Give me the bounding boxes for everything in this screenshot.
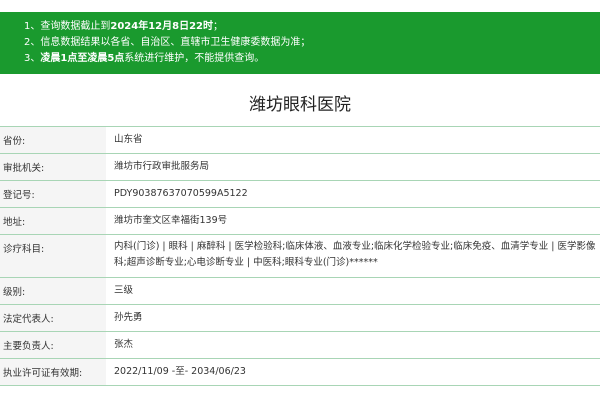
row-registration-number: 登记号: PDY90387637070599A5122	[0, 181, 600, 208]
row-value: 三级	[114, 285, 134, 296]
row-label: 省份:	[0, 127, 106, 153]
row-departments: 诊疗科目: 内科(门诊) | 眼科 | 麻醉科 | 医学检验科;临床体液、血液专…	[0, 235, 600, 278]
row-value: 山东省	[114, 134, 143, 145]
row-license-validity: 执业许可证有效期: 2022/11/09 -至- 2034/06/23	[0, 359, 600, 386]
notice-line-2: 2、信息数据结果以各省、自治区、直辖市卫生健康委数据为准；	[24, 37, 311, 48]
row-level: 级别: 三级	[0, 278, 600, 305]
notice-line-3-time: 凌晨1点至凌晨5点	[40, 53, 125, 64]
notice-line-1-prefix: 1、查询数据截止到	[24, 21, 111, 32]
hospital-name-title: 潍坊眼科医院	[249, 95, 351, 115]
row-value: 张杰	[114, 339, 134, 350]
row-value: 潍坊市奎文区幸福街139号	[114, 215, 228, 226]
row-label: 执业许可证有效期:	[0, 359, 106, 385]
row-province: 省份: 山东省	[0, 126, 600, 154]
row-legal-representative: 法定代表人: 孙先勇	[0, 305, 600, 332]
notice-line-1: 1、查询数据截止到2024年12月8日22时；	[24, 19, 600, 35]
row-label: 登记号:	[0, 181, 106, 207]
row-value: 2022/11/09 -至- 2034/06/23	[114, 366, 246, 377]
row-principal: 主要负责人: 张杰	[0, 332, 600, 359]
row-value: 内科(门诊) | 眼科 | 麻醉科 | 医学检验科;临床体液、血液专业;临床化学…	[114, 241, 596, 268]
row-label: 地址:	[0, 208, 106, 234]
row-label: 诊疗科目:	[0, 235, 106, 277]
notice-line-3-suffix: 系统进行维护，不能提供查询。	[124, 53, 265, 64]
page: 1、查询数据截止到2024年12月8日22时； 2、信息数据结果以各省、自治区、…	[0, 0, 600, 400]
row-label: 级别:	[0, 278, 106, 304]
row-label: 法定代表人:	[0, 305, 106, 331]
details-table: 省份: 山东省 审批机关: 潍坊市行政审批服务局 登记号: PDY9038763…	[0, 126, 600, 386]
row-value: 孙先勇	[114, 312, 143, 323]
notice-line-3: 3、凌晨1点至凌晨5点系统进行维护，不能提供查询。	[24, 51, 600, 67]
row-label: 主要负责人:	[0, 332, 106, 358]
notice-line-3-prefix: 3、	[24, 53, 41, 64]
notice-line-1-date: 2024年12月8日22时	[110, 21, 213, 32]
row-value: 潍坊市行政审批服务局	[114, 161, 210, 172]
row-label: 审批机关:	[0, 154, 106, 180]
notice-line-1-suffix: ；	[213, 21, 223, 32]
notice-banner: 1、查询数据截止到2024年12月8日22时； 2、信息数据结果以各省、自治区、…	[0, 12, 600, 74]
row-approval-authority: 审批机关: 潍坊市行政审批服务局	[0, 154, 600, 181]
row-address: 地址: 潍坊市奎文区幸福街139号	[0, 208, 600, 235]
row-value: PDY90387637070599A5122	[114, 188, 248, 199]
